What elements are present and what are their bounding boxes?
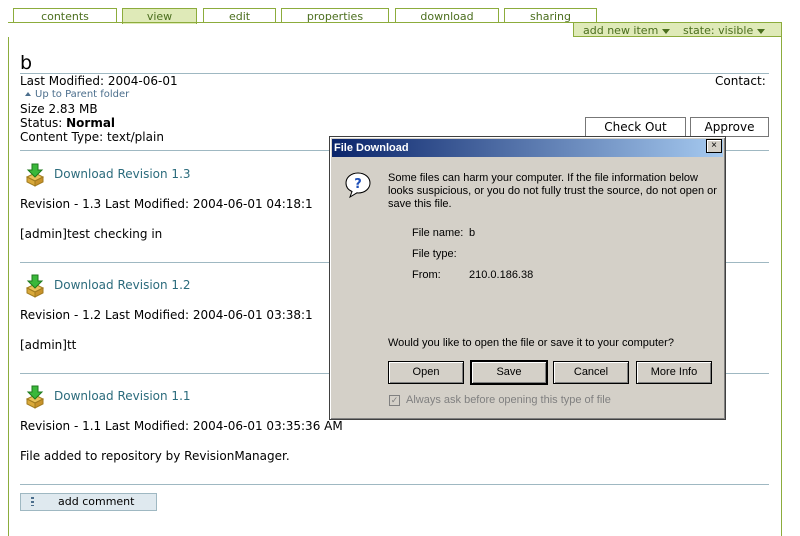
tab-properties[interactable]: properties [281, 8, 389, 23]
question-text: Would you like to open the file or save … [388, 337, 674, 349]
check-out-button[interactable]: Check Out [585, 117, 686, 137]
revision-info: Revision - 1.2 Last Modified: 2004-06-01… [20, 308, 313, 322]
file-name-label: File name: [412, 227, 464, 239]
dialog-titlebar[interactable]: File Download [332, 139, 723, 157]
chevron-down-icon [757, 28, 766, 34]
status-row: Status: Normal [20, 116, 115, 130]
file-name-value: b [469, 227, 476, 239]
content-type: Content Type: text/plain [20, 130, 164, 144]
state-menu[interactable]: state: visible [683, 24, 766, 37]
download-revision-link[interactable]: Download Revision 1.2 [54, 278, 191, 292]
file-size: Size 2.83 MB [20, 102, 98, 116]
svg-text:?: ? [354, 177, 362, 192]
status-value: Normal [66, 116, 116, 130]
arrow-up-icon [25, 92, 31, 96]
file-type-label: File type: [412, 248, 457, 260]
add-comment-button[interactable]: add comment [20, 493, 157, 511]
chevron-down-icon [662, 28, 671, 34]
revision-info: Revision - 1.1 Last Modified: 2004-06-01… [20, 419, 343, 433]
always-ask-label: Always ask before opening this type of f… [406, 394, 611, 406]
approve-button[interactable]: Approve [690, 117, 769, 137]
more-info-button[interactable]: More Info [636, 361, 712, 384]
open-button[interactable]: Open [388, 361, 464, 384]
download-revision-link[interactable]: Download Revision 1.3 [54, 167, 191, 181]
close-icon[interactable]: × [706, 139, 722, 153]
revision-comment: [admin]test checking in [20, 227, 163, 241]
add-new-item-label: add new item [583, 24, 659, 37]
add-comment-label: add comment [58, 495, 135, 508]
download-icon [25, 385, 45, 409]
cancel-button[interactable]: Cancel [553, 361, 629, 384]
revision-info: Revision - 1.3 Last Modified: 2004-06-01… [20, 197, 313, 211]
save-button[interactable]: Save [470, 360, 548, 385]
revision-comment: File added to repository by RevisionMana… [20, 449, 290, 463]
last-modified: Last Modified: 2004-06-01 [20, 74, 178, 88]
action-bar: add new item state: visible [573, 23, 782, 37]
page-title: b [20, 52, 33, 74]
tab-download[interactable]: download [395, 8, 499, 23]
grip-icon [31, 497, 34, 506]
from-label: From: [412, 269, 441, 281]
up-to-parent-link[interactable]: Up to Parent folder [25, 89, 129, 100]
add-new-item-menu[interactable]: add new item [583, 24, 671, 37]
state-label: state: visible [683, 24, 754, 37]
from-value: 210.0.186.38 [469, 269, 534, 281]
always-ask-checkbox[interactable]: ✓ [389, 395, 400, 406]
tab-contents[interactable]: contents [13, 8, 117, 23]
download-icon [25, 163, 45, 187]
dialog-title: File Download [334, 142, 409, 154]
status-label: Status: [20, 116, 63, 130]
divider [20, 484, 769, 485]
download-revision-link[interactable]: Download Revision 1.1 [54, 389, 191, 403]
tab-edit[interactable]: edit [203, 8, 276, 23]
up-to-parent-label: Up to Parent folder [35, 89, 130, 100]
file-download-dialog: File Download × ? Some files can harm yo… [329, 136, 726, 420]
question-icon: ? [345, 172, 371, 199]
warning-text: Some files can harm your computer. If th… [388, 172, 717, 210]
tab-sharing[interactable]: sharing [504, 8, 597, 23]
revision-comment: [admin]tt [20, 338, 77, 352]
contact-label: Contact: [715, 74, 766, 88]
download-icon [25, 274, 45, 298]
